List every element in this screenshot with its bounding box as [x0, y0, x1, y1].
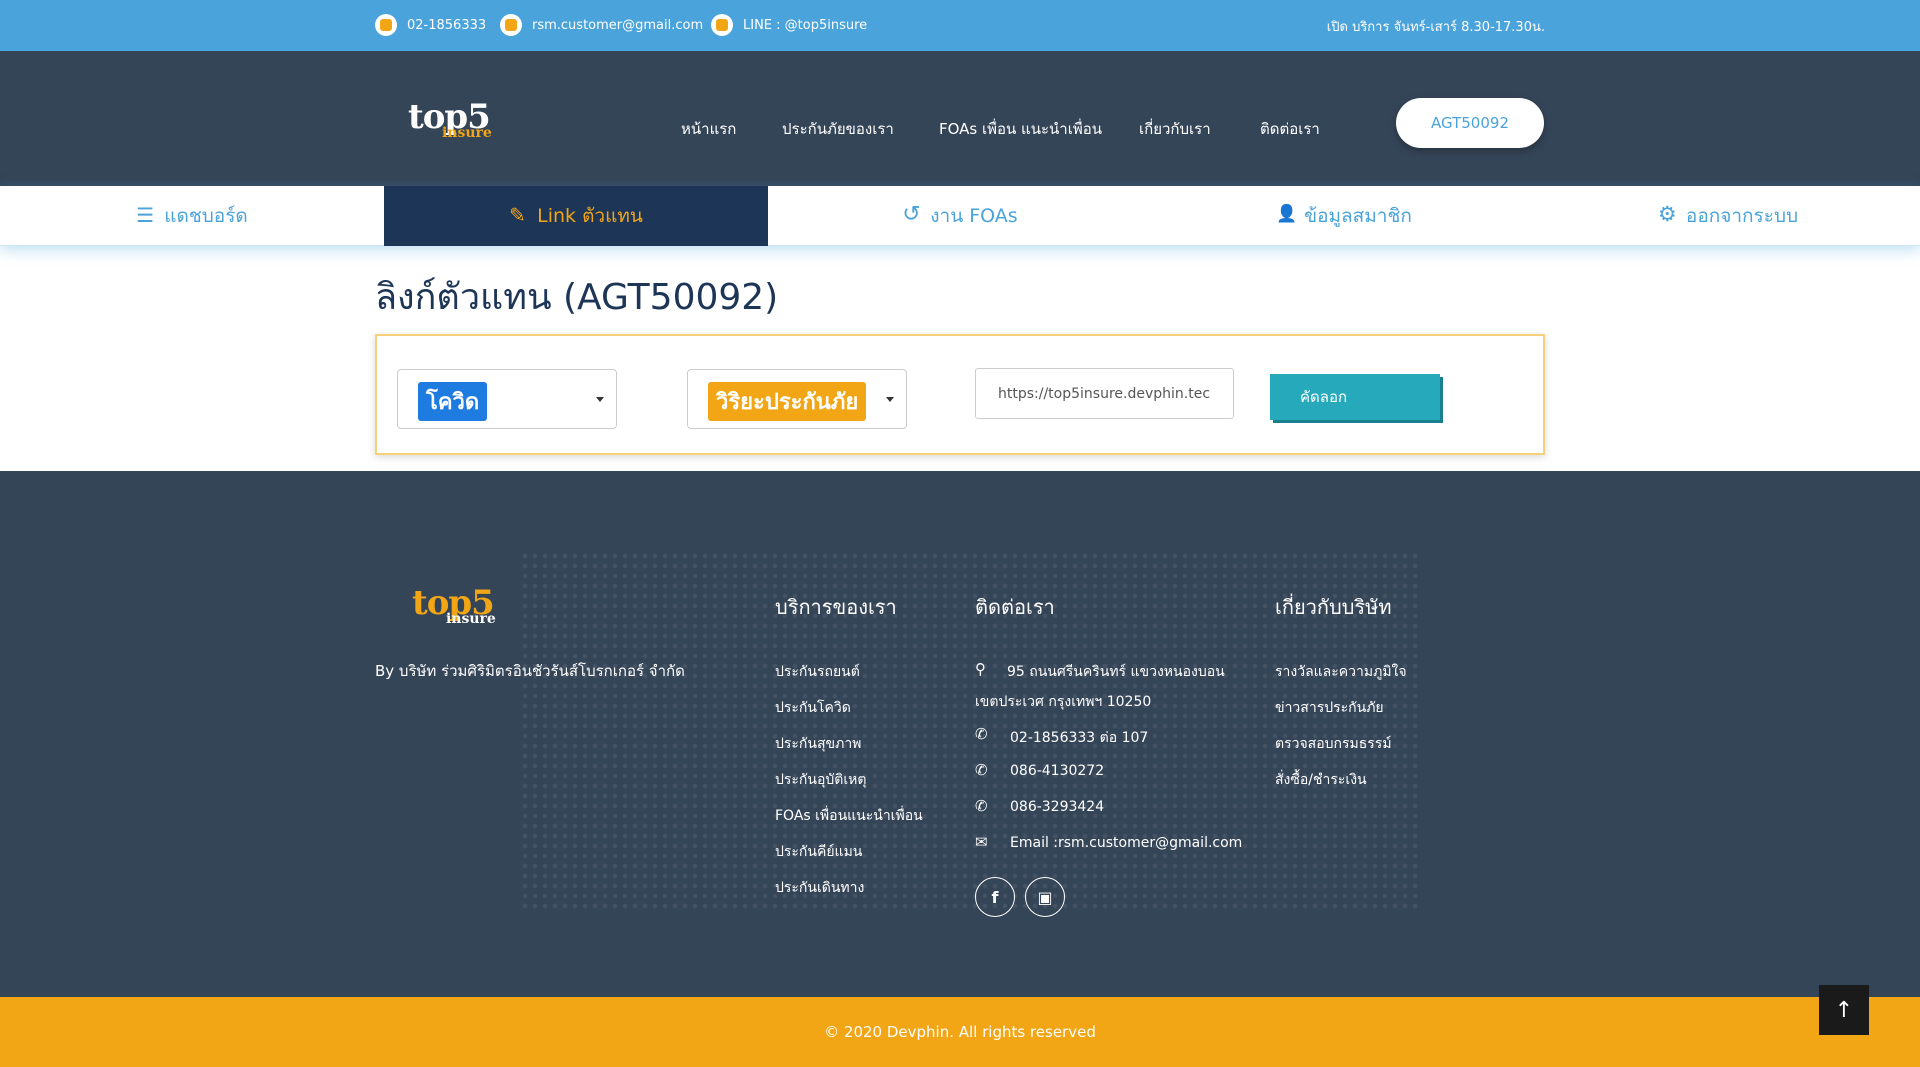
page-title: ลิงก์ตัวแทน (AGT50092): [375, 277, 779, 318]
nav-foas[interactable]: FOAs เพื่อน แนะนำเพื่อน: [939, 117, 1102, 141]
chevron-down-icon: [596, 397, 604, 402]
contact-phone[interactable]: 086-4130272: [1010, 763, 1104, 779]
member-tabs: แดชบอร์ด Link ตัวแทน งาน FOAs ข้อมูลสมาช…: [0, 186, 1920, 246]
tab-logout[interactable]: ออกจากระบบ: [1536, 186, 1920, 246]
about-link[interactable]: รางวัลและความภูมิใจ: [1275, 661, 1407, 683]
tab-foas-work[interactable]: งาน FOAs: [768, 186, 1152, 246]
service-link[interactable]: ประกันอุบัติเหตุ: [775, 769, 866, 791]
address-line-1: 95 ถนนศรีนครินทร์ แขวงหนองบอน: [1007, 664, 1225, 680]
chevron-down-icon: [886, 397, 894, 402]
mail-icon: ✉: [975, 833, 988, 851]
scroll-to-top-button[interactable]: ↑: [1819, 985, 1869, 1035]
tab-agent-link[interactable]: Link ตัวแทน: [384, 186, 768, 246]
arrow-up-icon: ↑: [1834, 997, 1854, 1023]
main-header: top5 insure หน้าแรก ประกันภัยของเรา FOAs…: [0, 51, 1920, 186]
contact-title: ติดต่อเรา: [975, 595, 1055, 619]
tab-member-info-label: ข้อมูลสมาชิก: [1304, 205, 1412, 227]
top-info-bar: 02-1856333 rsm.customer@gmail.com LINE :…: [0, 0, 1920, 51]
line-icon: [711, 14, 733, 36]
tab-dashboard-label: แดชบอร์ด: [164, 205, 248, 227]
service-link[interactable]: ประกันสุขภาพ: [775, 733, 861, 755]
tab-foas-work-label: งาน FOAs: [930, 205, 1018, 227]
nav-home[interactable]: หน้าแรก: [681, 117, 736, 141]
tab-member-info[interactable]: ข้อมูลสมาชิก: [1152, 186, 1536, 246]
tab-dashboard[interactable]: แดชบอร์ด: [0, 186, 384, 246]
footer-logo-sub: insure: [445, 611, 496, 627]
gear-icon: [1658, 202, 1678, 226]
insurance-type-value: โควิด: [418, 382, 488, 421]
logo-sub: insure: [441, 125, 492, 141]
contact-phone[interactable]: 086-3293424: [1010, 799, 1104, 815]
copy-button[interactable]: คัดลอก: [1270, 374, 1440, 420]
topbar-phone-text: 02-1856333: [407, 17, 487, 33]
service-link[interactable]: ประกันคีย์แมน: [775, 841, 862, 863]
agent-link-card: โควิด วิริยะประกันภัย คัดลอก: [375, 334, 1545, 455]
topbar-email[interactable]: rsm.customer@gmail.com: [500, 14, 703, 36]
about-link[interactable]: สั่งซื้อ/ชำระเงิน: [1275, 769, 1367, 791]
footer-logo[interactable]: top5 insure: [412, 583, 496, 627]
nav-contact[interactable]: ติดต่อเรา: [1260, 117, 1320, 141]
about-title: เกี่ยวกับบริษัท: [1275, 595, 1392, 619]
about-link[interactable]: ตรวจสอบกรมธรรม์: [1275, 733, 1392, 755]
topbar-email-text: rsm.customer@gmail.com: [532, 17, 704, 33]
service-link[interactable]: ประกันโควิด: [775, 697, 851, 719]
tab-agent-link-label: Link ตัวแทน: [537, 205, 643, 227]
user-icon: [1276, 204, 1297, 225]
agent-code-button[interactable]: AGT50092: [1396, 98, 1544, 148]
agent-link-input[interactable]: [975, 368, 1234, 419]
insurer-select[interactable]: วิริยะประกันภัย: [687, 369, 907, 429]
line-icon[interactable]: ▣: [1025, 877, 1065, 917]
about-link[interactable]: ข่าวสารประกันภัย: [1275, 697, 1384, 719]
map-pin-icon: ⚲: [975, 660, 986, 678]
copyright-text: © 2020 Devphin. All rights reserved: [824, 1023, 1096, 1041]
phone-icon: ✆: [975, 797, 988, 815]
topbar-line[interactable]: LINE : @top5insure: [711, 14, 867, 36]
copyright-bar: © 2020 Devphin. All rights reserved: [0, 997, 1920, 1067]
services-title: บริการของเรา: [775, 595, 897, 619]
insurance-type-select[interactable]: โควิด: [397, 369, 617, 429]
edit-icon: [509, 203, 529, 227]
phone-icon: [375, 14, 397, 36]
contact-phone[interactable]: 02-1856333 ต่อ 107: [1010, 727, 1148, 749]
nav-insurance[interactable]: ประกันภัยของเรา: [782, 117, 894, 141]
tab-logout-label: ออกจากระบบ: [1685, 205, 1799, 227]
phone-icon: ✆: [975, 761, 988, 779]
service-link[interactable]: FOAs เพื่อนแนะนำเพื่อน: [775, 805, 923, 827]
service-link[interactable]: ประกันรถยนต์: [775, 661, 860, 683]
phone-icon: ✆: [975, 725, 988, 743]
service-link[interactable]: ประกันเดินทาง: [775, 877, 864, 899]
insurer-value: วิริยะประกันภัย: [708, 382, 867, 421]
topbar-phone[interactable]: 02-1856333: [375, 14, 486, 36]
footer: top5 insure By บริษัท ร่วมศิริมิตรอินชัว…: [0, 471, 1920, 997]
address-line-2: เขตประเวศ กรุงเทพฯ 10250: [975, 694, 1152, 710]
nav-about[interactable]: เกี่ยวกับเรา: [1139, 117, 1211, 141]
mail-icon: [500, 14, 522, 36]
history-icon: [902, 202, 922, 227]
list-icon: [136, 203, 156, 227]
header-logo[interactable]: top5 insure: [408, 97, 492, 141]
contact-email[interactable]: Email :rsm.customer@gmail.com: [1010, 835, 1242, 851]
topbar-line-text: LINE : @top5insure: [743, 17, 868, 33]
opening-hours: เปิด บริการ จันทร์-เสาร์ 8.30-17.30น.: [1326, 20, 1545, 35]
company-name: By บริษัท ร่วมศิริมิตรอินชัวรันส์โบรกเกอ…: [375, 662, 685, 680]
facebook-icon[interactable]: f: [975, 877, 1015, 917]
